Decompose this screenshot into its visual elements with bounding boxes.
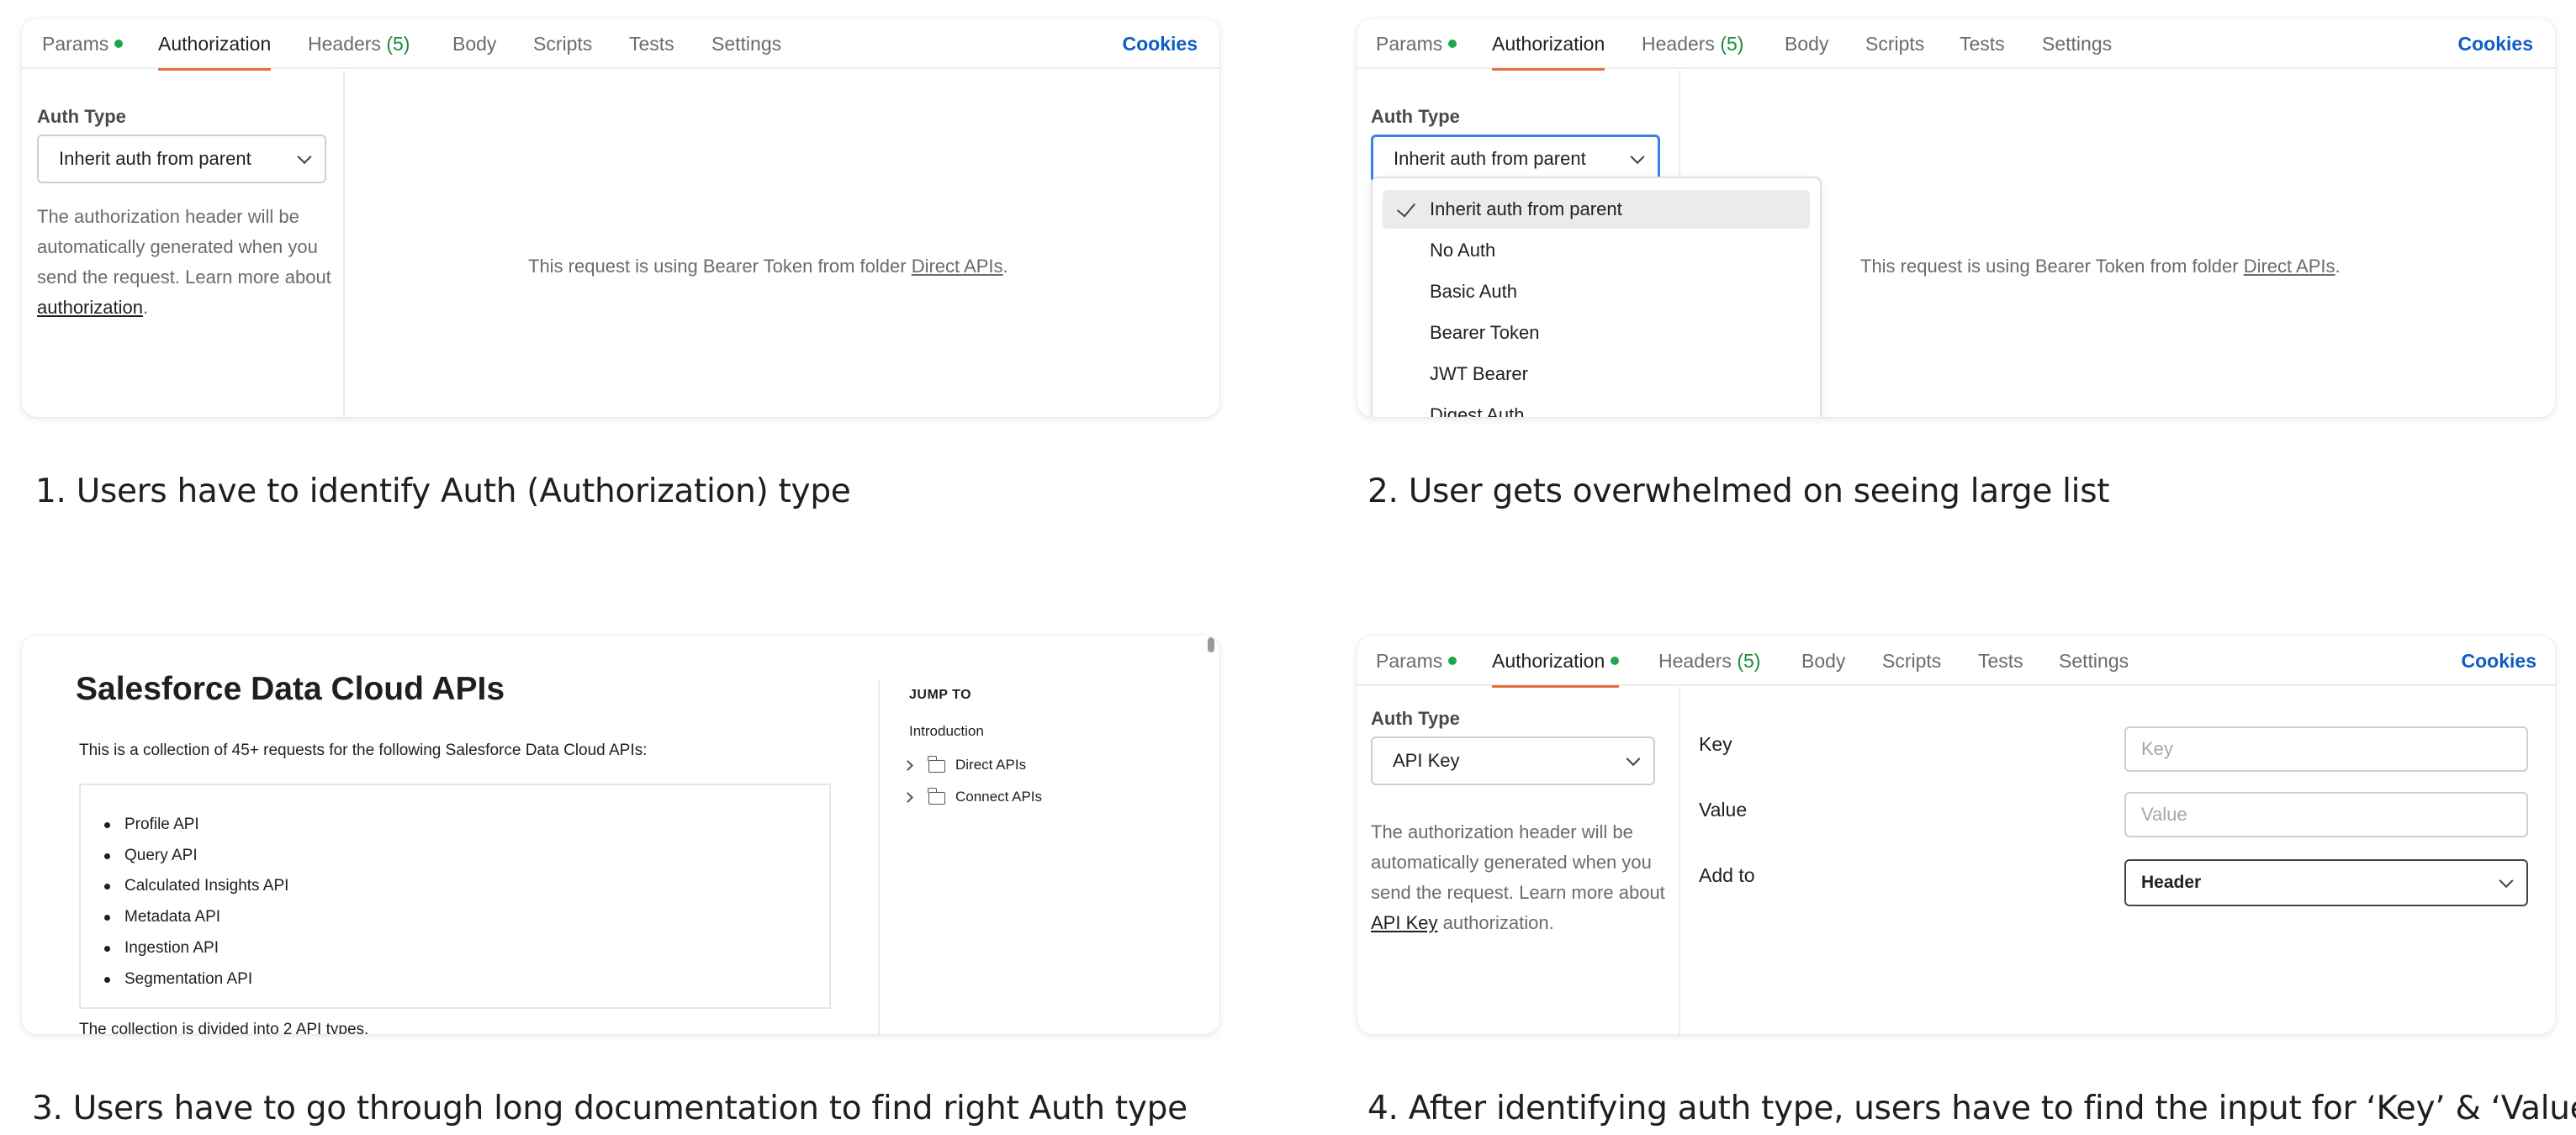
caption-1: 1. Users have to identify Auth (Authoriz…: [35, 472, 851, 510]
key-field[interactable]: [2126, 728, 2526, 770]
jump-to-heading: JUMP TO: [909, 688, 972, 702]
cookies-link[interactable]: Cookies: [1123, 18, 1198, 69]
params-status-dot: [114, 40, 124, 48]
panel-1-auth-card: Params Authorization Headers (5) Body Sc…: [22, 18, 1219, 417]
panel-2-dropdown-card: Params Authorization Headers (5) Body Sc…: [1357, 18, 2555, 417]
list-item: Segmentation API: [103, 970, 253, 988]
folder-icon: [928, 756, 945, 773]
chevron-down-icon: [2499, 874, 2514, 889]
auth-type-select[interactable]: API Key: [1371, 736, 1655, 785]
tab-headers[interactable]: Headers (5): [308, 18, 410, 69]
doc-title: Salesforce Data Cloud APIs: [76, 671, 505, 707]
tab-body[interactable]: Body: [1785, 18, 1828, 69]
key-input[interactable]: [2124, 726, 2528, 772]
tab-scripts[interactable]: Scripts: [1865, 18, 1924, 69]
tab-authorization[interactable]: Authorization: [158, 18, 272, 71]
tab-headers[interactable]: Headers (5): [1658, 636, 1760, 686]
params-status-dot: [1448, 40, 1457, 48]
headers-count: (5): [1737, 650, 1761, 672]
list-item: Profile API: [104, 816, 199, 833]
auth-type-label: Auth Type: [1371, 708, 1460, 729]
dropdown-option-jwt-bearer[interactable]: JWT Bearer: [1383, 355, 1810, 393]
auth-type-label: Auth Type: [37, 106, 126, 127]
tab-tests[interactable]: Tests: [629, 18, 674, 69]
caption-2: 2. User gets overwhelmed on seeing large…: [1367, 472, 2110, 510]
dropdown-option-digest-auth[interactable]: Digest Auth: [1383, 396, 1810, 417]
tab-settings[interactable]: Settings: [711, 18, 781, 69]
tab-params[interactable]: Params: [1376, 636, 1457, 686]
panel-4-api-key-card: Params Authorization Headers (5) Body Sc…: [1357, 636, 2555, 1034]
list-item: Query API: [104, 847, 198, 864]
request-tab-bar: Params Authorization Headers (5) Body Sc…: [1357, 18, 2555, 71]
auth-type-dropdown: Inherit auth from parent No Auth Basic A…: [1371, 177, 1822, 417]
direct-apis-link[interactable]: Direct APIs: [2244, 256, 2335, 277]
tab-body[interactable]: Body: [452, 18, 496, 69]
caption-3: 3. Users have to go through long documen…: [32, 1090, 1187, 1127]
chevron-down-icon: [1630, 150, 1645, 165]
list-item: Metadata API: [103, 908, 221, 926]
headers-count: (5): [386, 33, 410, 55]
tab-settings[interactable]: Settings: [2042, 18, 2112, 69]
tab-authorization[interactable]: Authorization: [1492, 636, 1620, 688]
tab-params[interactable]: Params: [1376, 18, 1457, 69]
params-status-dot: [1448, 657, 1457, 665]
headers-count: (5): [1720, 33, 1744, 55]
cookies-link[interactable]: Cookies: [2458, 18, 2533, 69]
direct-apis-link[interactable]: Direct APIs: [912, 256, 1003, 277]
checkmark-icon: [1396, 198, 1416, 218]
key-label: Key: [1699, 733, 1732, 755]
chevron-down-icon: [297, 150, 312, 165]
list-item: Ingestion API: [104, 939, 219, 957]
tab-authorization[interactable]: Authorization: [1492, 18, 1605, 71]
list-item: Calculated Insights API: [103, 877, 289, 895]
auth-type-label: Auth Type: [1371, 106, 1460, 127]
dropdown-option-inherit[interactable]: Inherit auth from parent: [1383, 190, 1810, 229]
chevron-right-icon[interactable]: [902, 792, 913, 803]
caption-4: 4. After identifying auth type, users ha…: [1367, 1090, 2576, 1127]
folder-icon: [928, 788, 945, 805]
authorization-status-dot: [1611, 657, 1620, 665]
scrollbar-thumb[interactable]: [1208, 637, 1214, 652]
cookies-link[interactable]: Cookies: [2462, 636, 2536, 686]
dropdown-option-no-auth[interactable]: No Auth: [1383, 231, 1810, 270]
api-key-link[interactable]: API Key: [1371, 912, 1437, 933]
auth-left-panel: Auth Type API Key The authorization head…: [1357, 688, 1680, 1034]
add-to-select[interactable]: Header: [2124, 859, 2528, 906]
inherit-message: This request is using Bearer Token from …: [1860, 256, 2341, 277]
toc-direct-apis[interactable]: Direct APIs: [955, 757, 1026, 773]
doc-api-list-box: Profile API Query API Calculated Insight…: [79, 784, 831, 1009]
auth-left-panel: Auth Type Inherit auth from parent The a…: [22, 71, 345, 417]
doc-footer-text: The collection is divided into 2 API typ…: [79, 1021, 369, 1034]
request-tab-bar: Params Authorization Headers (5) Body Sc…: [1357, 636, 2555, 688]
doc-intro: This is a collection of 45+ requests for…: [79, 742, 648, 759]
value-label: Value: [1699, 799, 1748, 821]
tab-scripts[interactable]: Scripts: [1882, 636, 1941, 686]
auth-help-text: The authorization header will be automat…: [1371, 821, 1665, 933]
tab-tests[interactable]: Tests: [1960, 18, 2005, 69]
chevron-down-icon: [1626, 752, 1641, 767]
dropdown-option-basic-auth[interactable]: Basic Auth: [1383, 272, 1810, 311]
chevron-right-icon[interactable]: [902, 760, 913, 771]
tab-scripts[interactable]: Scripts: [533, 18, 592, 69]
add-to-label: Add to: [1699, 864, 1755, 886]
value-field[interactable]: [2126, 794, 2526, 836]
panel-3-documentation-card: Salesforce Data Cloud APIs This is a col…: [22, 636, 1219, 1034]
tab-params[interactable]: Params: [42, 18, 124, 69]
auth-type-select[interactable]: Inherit auth from parent: [37, 135, 326, 183]
tab-headers[interactable]: Headers (5): [1642, 18, 1743, 69]
value-input[interactable]: [2124, 792, 2528, 837]
request-tab-bar: Params Authorization Headers (5) Body Sc…: [22, 18, 1219, 71]
inherit-message: This request is using Bearer Token from …: [528, 256, 1008, 277]
tab-tests[interactable]: Tests: [1978, 636, 2023, 686]
auth-help-text: The authorization header will be automat…: [37, 206, 331, 318]
tab-settings[interactable]: Settings: [2059, 636, 2129, 686]
tab-body[interactable]: Body: [1801, 636, 1845, 686]
dropdown-option-bearer-token[interactable]: Bearer Token: [1383, 314, 1810, 352]
toc-connect-apis[interactable]: Connect APIs: [955, 789, 1042, 805]
toc-divider: [878, 679, 880, 1034]
toc-introduction[interactable]: Introduction: [909, 723, 984, 740]
authorization-link[interactable]: authorization: [37, 297, 143, 318]
